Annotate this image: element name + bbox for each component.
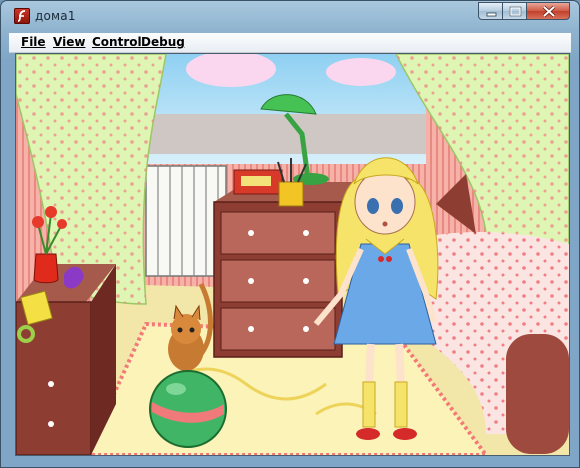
- menu-bar: File View Control Debug: [9, 33, 571, 53]
- left-dresser: [16, 264, 116, 455]
- flash-stage[interactable]: [15, 53, 570, 456]
- close-icon: [542, 5, 556, 18]
- minimize-button[interactable]: [478, 2, 503, 20]
- title-bar[interactable]: дома1: [1, 1, 579, 29]
- cloud: [326, 58, 396, 86]
- menu-file[interactable]: File: [21, 35, 46, 49]
- menu-control[interactable]: Control: [92, 35, 142, 49]
- ball: [149, 370, 227, 448]
- window-sill: [136, 114, 426, 154]
- maximize-icon: [509, 6, 522, 17]
- window-title: дома1: [35, 9, 76, 23]
- room-illustration: [16, 54, 569, 455]
- menu-debug[interactable]: Debug: [141, 35, 185, 49]
- menu-view[interactable]: View: [53, 35, 85, 49]
- minimize-icon: [486, 12, 497, 17]
- flash-player-icon[interactable]: [14, 8, 30, 24]
- app-window: дома1 File View Control Debug: [0, 0, 580, 468]
- maximize-button[interactable]: [502, 2, 527, 20]
- close-button[interactable]: [526, 2, 570, 20]
